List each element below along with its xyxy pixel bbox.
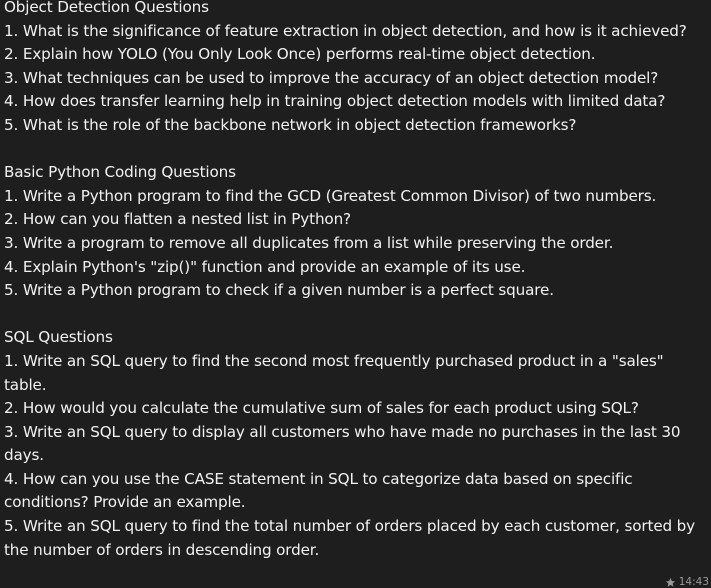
section-title: SQL Questions [4, 328, 113, 347]
section-sql: SQL Questions 1. Write an SQL query to f… [4, 326, 704, 562]
question-item: 3. What techniques can be used to improv… [4, 68, 659, 87]
question-item: 1. Write an SQL query to find the second… [4, 351, 664, 394]
question-item: 5. What is the role of the backbone netw… [4, 115, 577, 134]
question-item: 3. Write an SQL query to display all cus… [4, 422, 681, 465]
question-item: 2. How would you calculate the cumulativ… [4, 399, 639, 418]
section-object-detection: Object Detection Questions 1. What is th… [4, 0, 704, 138]
section-python: Basic Python Coding Questions 1. Write a… [4, 161, 704, 303]
question-item: 2. How can you flatten a nested list in … [4, 210, 351, 229]
section-title: Object Detection Questions [4, 0, 209, 16]
message-meta: 14:43 [665, 576, 709, 588]
question-item: 5. Write an SQL query to find the total … [4, 517, 696, 559]
message-body: Object Detection Questions 1. What is th… [4, 0, 704, 562]
question-item: 3. Write a program to remove all duplica… [4, 233, 614, 252]
question-item: 1. What is the significance of feature e… [4, 21, 687, 40]
star-icon [665, 577, 676, 588]
question-item: 4. How does transfer learning help in tr… [4, 92, 666, 111]
question-item: 5. Write a Python program to check if a … [4, 281, 554, 300]
section-title: Basic Python Coding Questions [4, 163, 236, 182]
question-item: 2. Explain how YOLO (You Only Look Once)… [4, 45, 596, 64]
question-item: 4. How can you use the CASE statement in… [4, 469, 633, 512]
message-time: 14:43 [678, 576, 709, 588]
question-item: 1. Write a Python program to find the GC… [4, 186, 657, 205]
question-item: 4. Explain Python's "zip()" function and… [4, 257, 526, 276]
